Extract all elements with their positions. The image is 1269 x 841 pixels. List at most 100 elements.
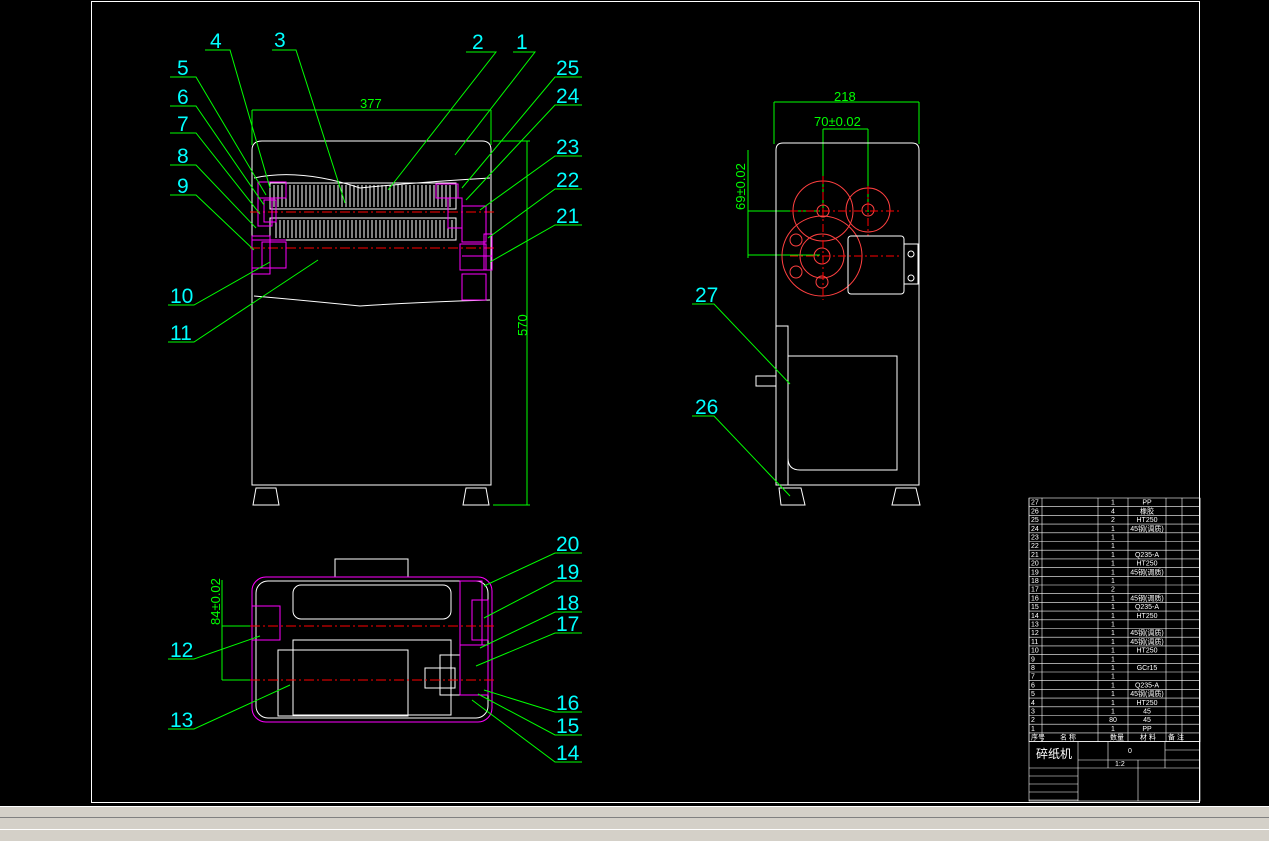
title-block-scale: 1:2: [1115, 761, 1125, 768]
callout-9: 9: [177, 175, 189, 198]
part-quantity: 1: [1111, 639, 1115, 646]
part-number: 1: [1031, 726, 1035, 733]
part-quantity: 1: [1111, 665, 1115, 672]
title-block-header: 备 注: [1168, 733, 1184, 742]
part-quantity: 1: [1111, 622, 1115, 629]
part-material: 45: [1143, 717, 1151, 724]
part-quantity: 1: [1111, 630, 1115, 637]
part-number: 24: [1031, 526, 1039, 533]
part-material: HT250: [1136, 648, 1157, 655]
callout-21: 21: [556, 205, 579, 228]
part-material: Q235-A: [1135, 552, 1159, 559]
part-quantity: 1: [1111, 700, 1115, 707]
part-number: 20: [1031, 561, 1039, 568]
part-material: HT250: [1136, 613, 1157, 620]
callout-3: 3: [274, 29, 286, 52]
part-number: 15: [1031, 604, 1039, 611]
cad-drawing[interactable]: 1 2 3 4 5 6 7 8 9 10 11 12 13 14 15 16 1…: [0, 0, 1269, 806]
callout-24: 24: [556, 85, 580, 108]
part-quantity: 1: [1111, 578, 1115, 585]
dim-side-center: 70±0.02: [814, 114, 861, 129]
part-quantity: 1: [1111, 595, 1115, 602]
part-material: Q235-A: [1135, 682, 1159, 689]
title-block-header: 名 称: [1060, 733, 1076, 742]
part-quantity: 1: [1111, 569, 1115, 576]
dim-top-offset: 84±0.02: [208, 578, 223, 625]
part-number: 26: [1031, 508, 1039, 515]
part-material: HT250: [1136, 517, 1157, 524]
part-quantity: 1: [1111, 552, 1115, 559]
part-material: 45钢(调质): [1130, 628, 1163, 637]
callout-8: 8: [177, 145, 189, 168]
callout-2: 2: [472, 31, 484, 54]
part-material: PP: [1142, 726, 1152, 733]
part-quantity: 1: [1111, 674, 1115, 681]
part-number: 10: [1031, 648, 1039, 655]
dim-front-width: 377: [360, 96, 382, 111]
title-block-header: 数量: [1110, 733, 1124, 742]
part-material: 45钢(调质): [1130, 637, 1163, 646]
part-material: 45钢(调质): [1130, 593, 1163, 602]
part-number: 14: [1031, 613, 1039, 620]
part-material: 橡胶: [1140, 506, 1154, 515]
part-number: 13: [1031, 622, 1039, 629]
part-number: 25: [1031, 517, 1039, 524]
title-block-name: 碎纸机: [1036, 746, 1072, 761]
part-number: 9: [1031, 656, 1035, 663]
part-material: 45钢(调质): [1130, 524, 1163, 533]
title-block-header: 材 料: [1140, 733, 1156, 742]
callout-17: 17: [556, 613, 579, 636]
part-number: 27: [1031, 500, 1039, 507]
part-quantity: 4: [1111, 508, 1115, 515]
callout-1: 1: [516, 31, 528, 54]
part-quantity: 1: [1111, 604, 1115, 611]
part-quantity: 1: [1111, 648, 1115, 655]
callout-27: 27: [695, 284, 718, 307]
part-number: 18: [1031, 578, 1039, 585]
callout-23: 23: [556, 136, 579, 159]
part-number: 6: [1031, 682, 1035, 689]
part-quantity: 1: [1111, 656, 1115, 663]
part-number: 12: [1031, 630, 1039, 637]
part-number: 2: [1031, 717, 1035, 724]
part-quantity: 2: [1111, 517, 1115, 524]
part-material: 45: [1143, 709, 1151, 716]
part-number: 4: [1031, 700, 1035, 707]
part-number: 3: [1031, 709, 1035, 716]
title-block: 27 1 PP26 4 橡胶25 2 HT25024 1 45钢(调质)23 122 121 1 Q23…: [1028, 497, 1201, 802]
part-material: HT250: [1136, 700, 1157, 707]
part-number: 11: [1031, 639, 1038, 646]
part-material: HT250: [1136, 561, 1157, 568]
callout-22: 22: [556, 169, 579, 192]
part-material: GCr15: [1137, 665, 1158, 672]
part-material: Q235-A: [1135, 604, 1159, 611]
callout-12: 12: [170, 639, 193, 662]
part-quantity: 1: [1111, 543, 1115, 550]
dimension-labels: 377 570 218 70±0.02 69±0.02 84±0.02: [208, 89, 861, 625]
callout-4: 4: [210, 30, 222, 53]
callout-7: 7: [177, 113, 189, 136]
part-quantity: 1: [1111, 500, 1115, 507]
status-bar: [0, 806, 1269, 841]
part-quantity: 1: [1111, 613, 1115, 620]
dim-front-height: 570: [515, 314, 530, 336]
part-number: 21: [1031, 552, 1039, 559]
callout-14: 14: [556, 742, 580, 765]
part-quantity: 1: [1111, 709, 1115, 716]
part-quantity: 2: [1111, 587, 1115, 594]
part-number: 17: [1031, 587, 1039, 594]
title-block-sheet: 0: [1128, 748, 1132, 755]
part-material: PP: [1142, 500, 1152, 507]
part-number: 8: [1031, 665, 1035, 672]
part-material: 45钢(调质): [1130, 689, 1163, 698]
part-number: 23: [1031, 535, 1039, 542]
callout-20: 20: [556, 533, 579, 556]
part-quantity: 1: [1111, 535, 1115, 542]
part-quantity: 1: [1111, 691, 1115, 698]
part-number: 7: [1031, 674, 1035, 681]
callout-11: 11: [170, 322, 192, 345]
callout-15: 15: [556, 715, 579, 738]
part-quantity: 1: [1111, 682, 1115, 689]
callout-26: 26: [695, 396, 718, 419]
part-number: 19: [1031, 569, 1039, 576]
